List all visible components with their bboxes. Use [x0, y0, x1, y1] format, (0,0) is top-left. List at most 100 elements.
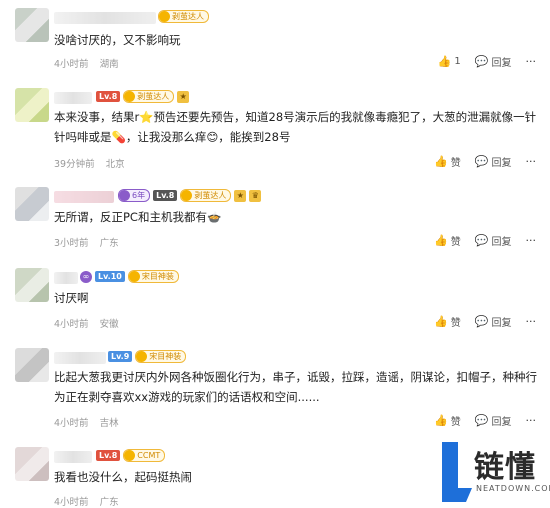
comment-meta: 39分钟前 北京 [54, 156, 133, 170]
like-label: 赞 [450, 158, 461, 169]
reply-button[interactable]: 💬 回复 [475, 314, 512, 329]
username-blurred[interactable] [54, 451, 92, 463]
like-button[interactable]: 👍 赞 [434, 154, 461, 169]
comment-text: 讨厌啊 [54, 288, 89, 308]
comment-text: 本来没事，结果r⭐预告还要先预告，知道28号演示后的我就像毒瘾犯了，大葱的泄漏就… [54, 107, 536, 147]
comment-item: Lv.8 剥茧达人 ★ 本来没事，结果r⭐预告还要先预告，知道28号演示后的我就… [0, 88, 550, 178]
more-icon: ··· [525, 414, 537, 427]
comment-line: 无所谓，反正PC和主机我都有🍲 [54, 210, 222, 224]
more-button[interactable]: ··· [526, 315, 537, 328]
like-button[interactable]: 👍 赞 [434, 314, 461, 329]
user-badges: ∞ Lv.10 宋目神装 [80, 270, 179, 283]
medal-icon [136, 351, 148, 362]
comment-actions: 👍 1 💬 回复 ··· [438, 54, 536, 69]
user-badges: 剥茧达人 [158, 10, 209, 23]
more-button[interactable]: ··· [526, 55, 537, 68]
reply-icon: 💬 [474, 234, 489, 247]
comment-meta: 4小时前 广东 [54, 494, 127, 508]
reply-button[interactable]: 💬 回复 [475, 413, 512, 428]
crown-icon [119, 190, 130, 201]
location: 北京 [105, 159, 125, 170]
timestamp: 4小时前 [54, 497, 89, 508]
medal-icon [124, 91, 136, 102]
comment-line: 为正在剥夺喜欢xx游戏的玩家们的话语权和空间...... [54, 390, 320, 404]
location: 安徽 [99, 319, 119, 330]
level-badge: Lv.10 [95, 271, 125, 282]
reply-label: 回复 [491, 158, 512, 169]
level-badge: Lv.8 [96, 91, 121, 102]
achievement-icon: ★ [177, 90, 190, 103]
medal-icon [159, 11, 170, 22]
comment-line: 我看也没什么，起码挺热闹 [54, 470, 192, 484]
watermark-logo: 链懂 NEATDOWN.COM [438, 440, 550, 504]
location: 广东 [99, 238, 119, 249]
comment-meta: 4小时前 吉林 [54, 415, 127, 429]
reply-icon: 💬 [474, 55, 489, 68]
thumbs-up-icon: 👍 [434, 315, 448, 328]
level-badge: Lv.8 [153, 190, 178, 201]
medal-label: 宋目神装 [149, 352, 182, 361]
medal-badge: CCMT [123, 449, 166, 462]
username-blurred[interactable] [54, 191, 114, 203]
achievement-icon: ♛ [249, 189, 262, 202]
more-icon: ··· [525, 155, 537, 168]
user-badges: Lv.8 剥茧达人 ★ [96, 90, 190, 103]
like-label: 赞 [450, 237, 461, 248]
reply-button[interactable]: 💬 回复 [475, 233, 512, 248]
comment-meta: 3小时前 广东 [54, 235, 127, 249]
user-badges: Lv.9 宋目神装 [108, 350, 187, 363]
comment-actions: 👍 赞 💬 回复 ··· [434, 314, 536, 329]
like-label: 赞 [450, 417, 461, 428]
medal-label: 剥茧达人 [194, 191, 227, 200]
comment-meta: 4小时前 安徽 [54, 316, 127, 330]
more-button[interactable]: ··· [526, 414, 537, 427]
comment-line: 针吗啡或是💊，让我没那么痒😊，能挨到28号 [54, 130, 291, 144]
like-button[interactable]: 👍 赞 [434, 413, 461, 428]
like-label: 赞 [450, 318, 461, 329]
thumbs-up-icon: 👍 [434, 414, 448, 427]
medal-label: 宋目神装 [141, 272, 174, 281]
medal-badge: 剥茧达人 [123, 90, 175, 103]
avatar[interactable] [15, 447, 49, 481]
like-button[interactable]: 👍 1 [438, 55, 461, 68]
avatar[interactable] [15, 8, 49, 42]
comment-text: 比起大葱我更讨厌内外网各种饭圈化行为，串子，诋毁，拉踩，造谣，阴谋论，扣帽子，种… [54, 367, 537, 407]
username-blurred[interactable] [54, 352, 106, 364]
watermark-brand: 链懂 [474, 450, 536, 485]
username-blurred[interactable] [54, 92, 92, 104]
comment-item: ∞ Lv.10 宋目神装 讨厌啊 4小时前 安徽 👍 赞 💬 回复 ··· [0, 268, 550, 338]
reply-label: 回复 [491, 318, 512, 329]
reply-icon: 💬 [474, 414, 489, 427]
medal-label: CCMT [137, 451, 161, 460]
more-button[interactable]: ··· [526, 155, 537, 168]
user-badges: 6年 Lv.8 剥茧达人 ★ ♛ [118, 189, 262, 202]
level-badge: Lv.9 [108, 351, 133, 362]
medal-icon [128, 271, 140, 282]
reply-icon: 💬 [474, 315, 489, 328]
reply-icon: 💬 [474, 155, 489, 168]
username-blurred[interactable] [54, 272, 78, 284]
avatar[interactable] [15, 268, 49, 302]
reply-button[interactable]: 💬 回复 [475, 154, 512, 169]
medal-badge: 宋目神装 [135, 350, 187, 363]
like-button[interactable]: 👍 赞 [434, 233, 461, 248]
level-badge: Lv.8 [96, 450, 121, 461]
avatar[interactable] [15, 88, 49, 122]
avatar[interactable] [15, 187, 49, 221]
medal-icon [181, 190, 193, 201]
more-button[interactable]: ··· [526, 234, 537, 247]
timestamp: 39分钟前 [54, 159, 95, 170]
username-blurred[interactable] [54, 12, 156, 24]
reply-button[interactable]: 💬 回复 [475, 54, 512, 69]
medal-badge: 剥茧达人 [180, 189, 232, 202]
reply-label: 回复 [491, 237, 512, 248]
comment-text: 无所谓，反正PC和主机我都有🍲 [54, 207, 221, 227]
thumbs-up-icon: 👍 [434, 234, 448, 247]
avatar[interactable] [15, 348, 49, 382]
timestamp: 4小时前 [54, 319, 89, 330]
comment-line: 比起大葱我更讨厌内外网各种饭圈化行为，串子，诋毁，拉踩，造谣，阴谋论，扣帽子，种… [54, 370, 537, 384]
location: 湖南 [99, 59, 119, 70]
timestamp: 3小时前 [54, 238, 89, 249]
medal-label: 剥茧达人 [137, 92, 170, 101]
like-label: 1 [454, 56, 461, 67]
